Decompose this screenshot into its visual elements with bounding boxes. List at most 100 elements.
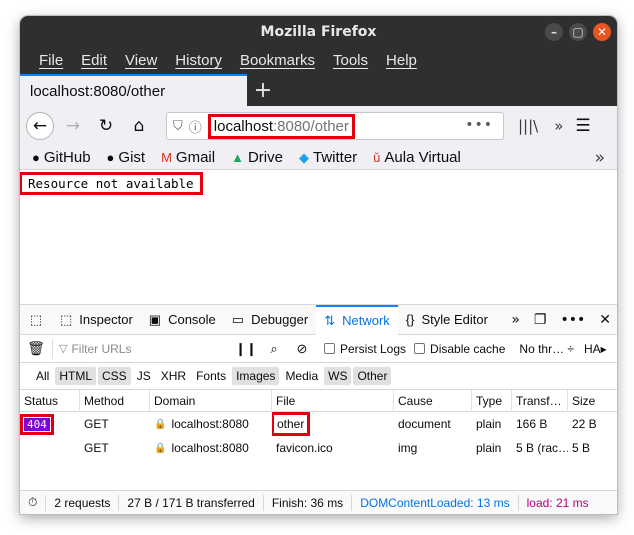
filter-all[interactable]: All [32,367,53,385]
page-content: Resource not available [20,170,617,320]
bookmark-gmail[interactable]: M Gmail [161,149,215,166]
drive-icon: ▲ [231,150,244,165]
inspector-icon: ⬚ [60,311,73,327]
filter-other[interactable]: Other [353,367,392,385]
har-menu[interactable]: HA▸ [584,342,607,356]
column-type[interactable]: Type [472,389,512,412]
tab-label: Network [342,313,390,328]
menu-history[interactable]: History [166,52,231,69]
new-tab-button[interactable]: + [247,74,279,106]
dock-icon[interactable]: ❐ [534,312,547,328]
bookmark-gist[interactable]: ● Gist [107,149,146,166]
filter-fonts[interactable]: Fonts [192,367,230,385]
tab-style-editor[interactable]: {} Style Editor [398,305,496,335]
info-icon[interactable]: ⓘ [189,117,202,136]
bookmark-drive[interactable]: ▲ Drive [231,149,283,166]
minimize-button[interactable]: – [545,23,563,41]
reload-button[interactable]: ↻ [92,112,120,140]
column-cause[interactable]: Cause [394,389,472,412]
column-size[interactable]: Size [568,390,617,412]
cause-cell: img [398,441,418,455]
reload-icon: ↻ [98,116,114,136]
picker-icon: ⬚ [29,311,43,327]
domcontentloaded-time: DOMContentLoaded: 13 ms [352,494,519,511]
menu-edit[interactable]: Edit [72,52,116,69]
tab-console[interactable]: ▣ Console [141,305,224,335]
tab-debugger[interactable]: ▭ Debugger [224,305,316,335]
hamburger-menu-icon[interactable]: ☰ [575,116,590,136]
url-bar[interactable]: ⛉ ⓘ localhost:8080/other ••• [166,112,504,140]
filter-media[interactable]: Media [281,367,322,385]
lock-icon: 🔒 [154,442,167,454]
file-cell: favicon.ico [276,441,333,455]
devtools-menu-icon[interactable]: ••• [560,312,585,328]
menu-tools[interactable]: Tools [324,52,377,69]
stopwatch-icon[interactable]: ⏱ [20,494,47,511]
column-status[interactable]: Status [20,389,80,412]
request-count: 2 requests [46,494,120,511]
close-devtools-icon[interactable]: ✕ [599,312,611,328]
page-actions-icon[interactable]: ••• [465,117,493,133]
gmail-icon: M [161,150,172,165]
shield-icon[interactable]: ⛉ [173,119,183,134]
column-domain[interactable]: Domain [150,389,272,412]
bookmark-label: Twitter [312,149,358,166]
overflow-chevron-icon[interactable]: » [554,117,563,135]
pause-icon[interactable]: ❙❙ [232,341,260,357]
element-picker-button[interactable]: ⬚ [20,305,52,335]
network-status-bar: ⏱ 2 requests 27 B / 171 B transferred Fi… [20,490,617,514]
close-button[interactable]: ✕ [593,23,611,41]
more-tools-chevron-icon[interactable]: » [511,312,520,328]
filter-html[interactable]: HTML [55,367,97,385]
bookmark-label: Gist [118,149,146,166]
table-row[interactable]: 404 GET 🔒 localhost:8080 other document p… [20,412,617,436]
forward-button[interactable]: → [59,112,87,140]
domain-cell: 🔒 localhost:8080 [150,412,272,436]
tab-label: Console [168,312,216,327]
menu-bookmarks[interactable]: Bookmarks [231,52,324,69]
disable-cache-checkbox[interactable]: Disable cache [414,342,505,356]
column-method[interactable]: Method [80,389,150,412]
bookmark-label: Aula Virtual [384,149,461,166]
tab-label: Inspector [79,312,133,327]
filter-ws[interactable]: WS [324,367,352,385]
search-icon[interactable]: ⌕ [260,341,288,357]
tab-network[interactable]: ⇅ Network [316,304,398,335]
bookmarks-overflow-icon[interactable]: » [595,148,605,168]
bookmark-github[interactable]: ● GitHub [32,149,91,166]
bookmark-aula-virtual[interactable]: ǔ Aula Virtual [373,149,461,166]
menu-view[interactable]: View [116,52,166,69]
back-button[interactable]: ← [26,112,54,140]
maximize-button[interactable]: ▢ [569,23,587,41]
url-text[interactable]: localhost:8080/other [207,113,355,139]
block-icon[interactable]: ⊘ [288,341,316,357]
trash-icon[interactable]: 🗑 [20,340,52,357]
menu-bar: File Edit View History Bookmarks Tools H… [20,47,617,74]
library-icon[interactable]: |||\ [518,117,538,135]
filter-urls-input[interactable]: ▽ Filter URLs [52,338,232,359]
firefox-window: Mozilla Firefox – ▢ ✕ File Edit View His… [20,16,617,514]
column-transferred[interactable]: Transf… [512,389,568,412]
url-host: localhost [213,117,273,135]
filter-js[interactable]: JS [133,367,155,385]
network-icon: ⇅ [324,312,336,328]
transferred-cell: 166 B [516,417,548,431]
tab-inspector[interactable]: ⬚ Inspector [52,305,141,335]
filter-images[interactable]: Images [232,367,280,385]
window-controls: – ▢ ✕ [545,23,611,41]
finish-time: Finish: 36 ms [264,494,353,511]
throttling-select[interactable]: No thr… ÷ [519,342,574,356]
github-icon: ● [32,150,40,165]
arrow-left-icon: ← [32,116,48,136]
tab-label: Style Editor [421,312,488,327]
persist-logs-checkbox[interactable]: Persist Logs [324,342,406,356]
bookmark-twitter[interactable]: ◆ Twitter [299,149,357,166]
browser-tab[interactable]: localhost:8080/other [20,74,247,106]
filter-css[interactable]: CSS [98,367,131,385]
home-button[interactable]: ⌂ [125,112,153,140]
column-file[interactable]: File [272,389,394,412]
filter-xhr[interactable]: XHR [157,367,190,385]
table-row[interactable]: GET 🔒 localhost:8080 favicon.ico img plai… [20,436,617,460]
menu-help[interactable]: Help [377,52,426,69]
menu-file[interactable]: File [30,52,72,69]
